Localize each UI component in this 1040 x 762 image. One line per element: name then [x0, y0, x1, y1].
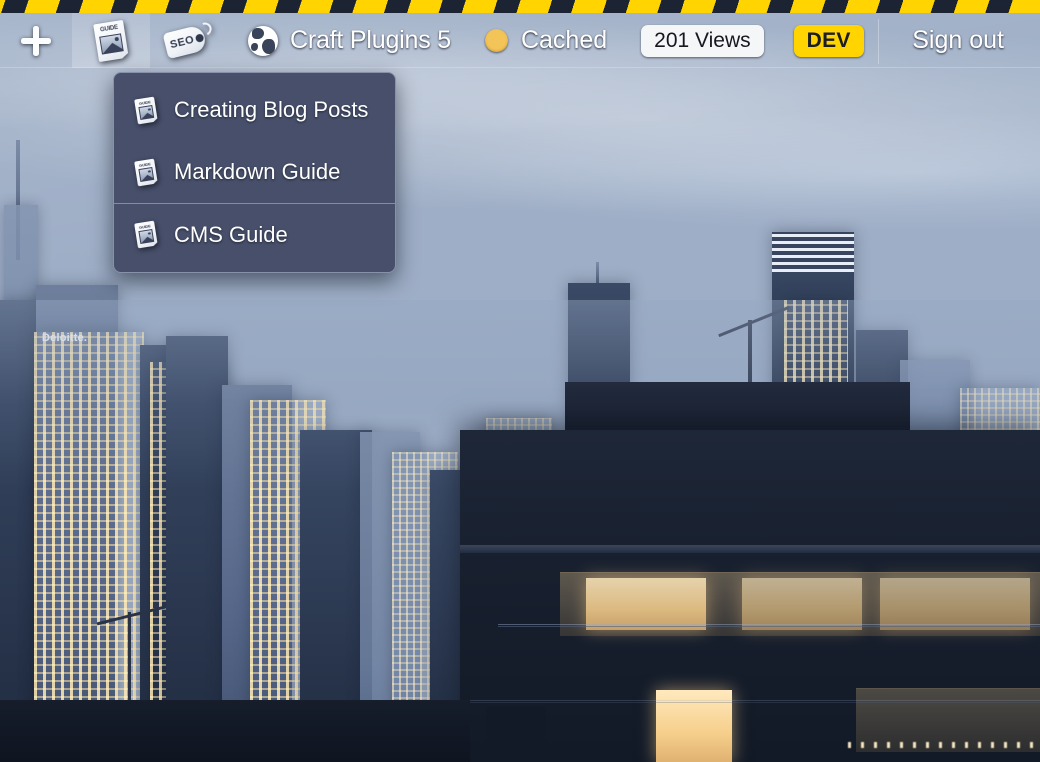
lit-window — [742, 578, 862, 630]
striped-tower-crown — [772, 232, 854, 272]
menu-item-cms-guide[interactable]: GUIDE CMS Guide — [114, 203, 395, 265]
site-title: Craft Plugins 5 — [290, 26, 451, 54]
guide-document-icon: GUIDE — [93, 19, 129, 61]
guide-document-icon: GUIDE — [134, 221, 158, 249]
admin-toolbar: GUIDE SEO Craft Plugins 5 Cached 201 Vie… — [0, 13, 1040, 68]
globe-icon — [248, 25, 278, 56]
balcony-railing — [460, 700, 1040, 703]
lit-window — [586, 578, 706, 630]
menu-item-label: Markdown Guide — [174, 159, 341, 184]
skyline-tower — [166, 336, 228, 762]
cache-status-label: Cached — [520, 26, 608, 54]
status-dot-icon — [484, 29, 508, 52]
lit-window — [880, 578, 1030, 630]
menu-item-markdown-guide[interactable]: GUIDE Markdown Guide — [114, 141, 395, 203]
environment-badge: DEV — [793, 24, 864, 57]
balcony-railing — [498, 624, 1040, 627]
environment-indicator[interactable]: DEV — [772, 13, 874, 68]
seo-tag-icon: SEO — [162, 20, 214, 59]
seo-button[interactable]: SEO — [150, 13, 226, 68]
cache-status[interactable]: Cached — [459, 13, 617, 68]
menu-item-label: CMS Guide — [174, 221, 288, 247]
menu-item-creating-blog-posts[interactable]: GUIDE Creating Blog Posts — [114, 79, 395, 141]
guide-button[interactable]: GUIDE — [72, 13, 150, 68]
seo-icon-word: SEO — [168, 33, 196, 51]
foreground-roof-detail — [486, 706, 546, 762]
guide-document-icon: GUIDE — [134, 158, 158, 186]
string-lights — [848, 742, 1040, 748]
penthouse-parapet — [460, 545, 1040, 553]
guide-dropdown-menu[interactable]: GUIDE Creating Blog Posts GUIDE Markdown… — [113, 72, 396, 273]
plus-icon — [20, 25, 52, 57]
views-counter[interactable]: 201 Views — [617, 13, 772, 68]
app-window: Deloitte. GUIDE SEO Craft Plugins 5 Cach… — [0, 0, 1040, 762]
dev-hazard-stripe-bar — [0, 0, 1040, 13]
foreground-roof — [0, 700, 470, 762]
sign-out-button[interactable]: Sign out — [878, 13, 1040, 68]
site-button[interactable]: Craft Plugins 5 — [226, 13, 459, 68]
menu-item-label: Creating Blog Posts — [174, 97, 369, 122]
add-button[interactable] — [0, 13, 72, 68]
sign-out-label: Sign out — [912, 26, 1004, 54]
guide-document-icon: GUIDE — [134, 96, 158, 124]
views-badge: 201 Views — [641, 24, 764, 57]
crane-mast — [128, 612, 131, 712]
